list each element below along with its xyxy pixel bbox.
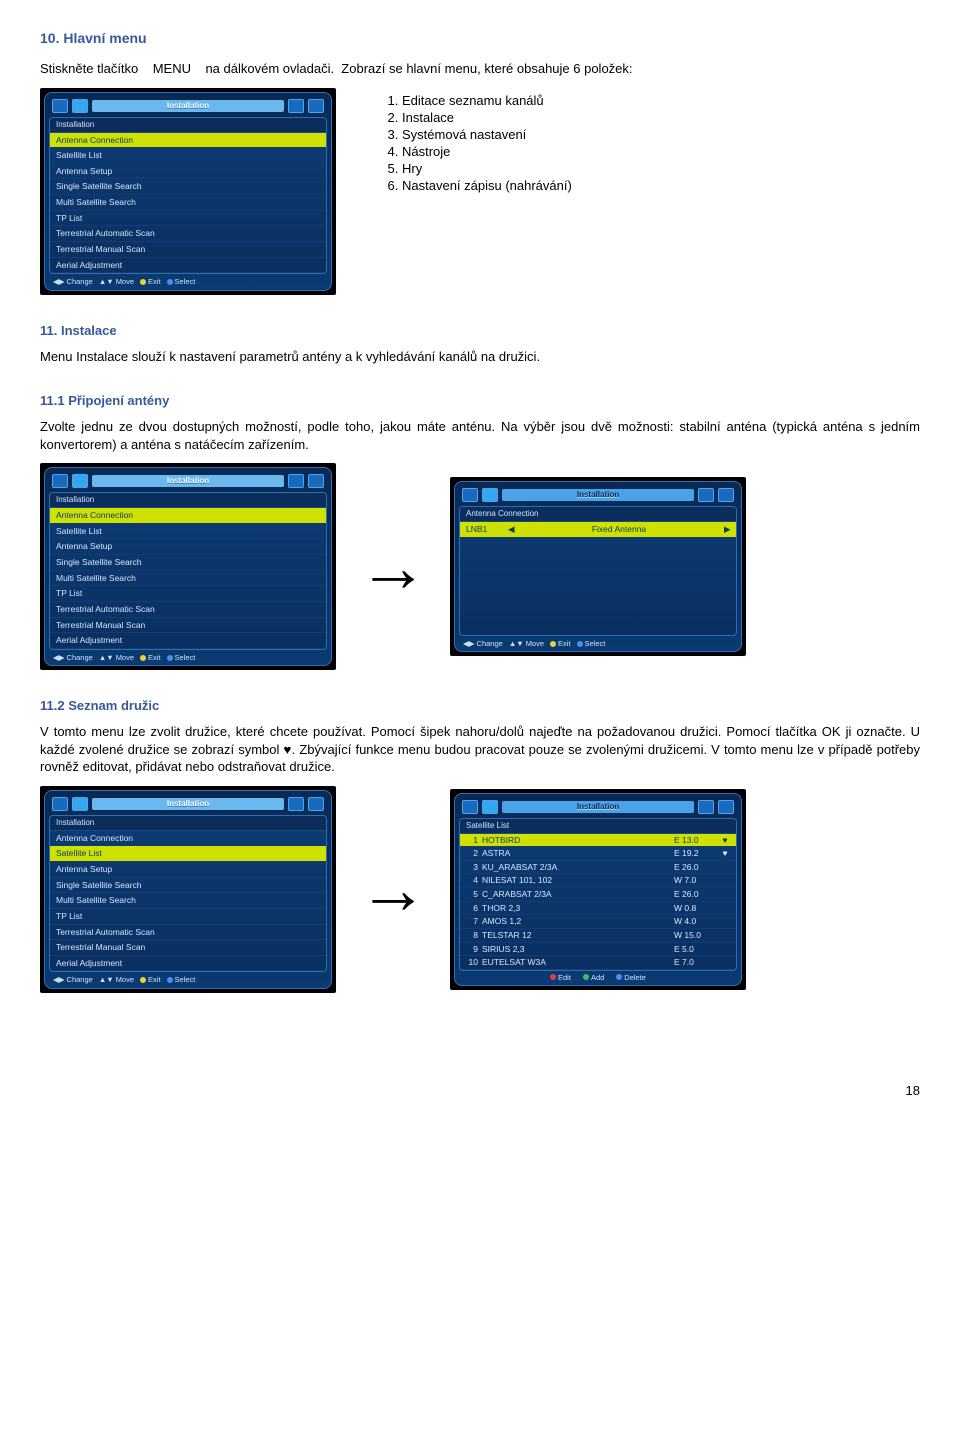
satellite-row[interactable]: 5C_ARABSAT 2/3AE 26.0 bbox=[460, 888, 736, 902]
satellite-row[interactable]: 7AMOS 1,2W 4.0 bbox=[460, 915, 736, 929]
menu-hints: ◀▶Change ▲▼Move Exit Select bbox=[49, 274, 327, 287]
intro-10: Stiskněte tlačítko MENU na dálkovém ovla… bbox=[40, 60, 920, 78]
heading-11: 11. Instalace bbox=[40, 323, 920, 338]
satellite-row[interactable]: 1HOTBIRDE 13.0♥ bbox=[460, 834, 736, 848]
screenshot-main-menu: Installation Installation Antenna Connec… bbox=[40, 88, 336, 295]
menu-item[interactable]: Antenna Setup bbox=[50, 539, 326, 555]
menu-item[interactable]: TP List bbox=[50, 586, 326, 602]
screenshot-satellite-list: Installation Satellite List 1HOTBIRDE 13… bbox=[450, 789, 746, 991]
body-11-1: Zvolte jednu ze dvou dostupných možností… bbox=[40, 418, 920, 453]
body-11: Menu Instalace slouží k nastavení parame… bbox=[40, 348, 920, 366]
arrow-icon: → bbox=[354, 854, 432, 924]
menu-item[interactable]: Antenna Connection bbox=[50, 508, 326, 524]
page-number: 18 bbox=[40, 1083, 920, 1098]
menu-item[interactable]: Satellite List bbox=[50, 846, 326, 862]
menu-item[interactable]: Terrestrial Automatic Scan bbox=[50, 226, 326, 242]
menu-item[interactable]: Terrestrial Automatic Scan bbox=[50, 925, 326, 941]
satellite-row[interactable]: 10EUTELSAT W3AE 7.0 bbox=[460, 956, 736, 970]
heading-11-1: 11.1 Připojení antény bbox=[40, 393, 920, 408]
satellite-row[interactable]: 3KU_ARABSAT 2/3AE 26.0 bbox=[460, 861, 736, 875]
menu-item[interactable]: Single Satellite Search bbox=[50, 878, 326, 894]
satellite-row[interactable]: 4NILESAT 101, 102W 7.0 bbox=[460, 874, 736, 888]
menu-item[interactable]: Multi Satellite Search bbox=[50, 195, 326, 211]
menu-item[interactable]: Satellite List bbox=[50, 148, 326, 164]
satellite-row[interactable]: 2ASTRAE 19.2♥ bbox=[460, 847, 736, 861]
menu-item[interactable]: Terrestrial Manual Scan bbox=[50, 618, 326, 634]
satellite-row[interactable]: 6THOR 2,3W 0.8 bbox=[460, 902, 736, 916]
menu-top-title: Installation bbox=[92, 100, 284, 112]
satellite-row[interactable]: 9SIRIUS 2,3E 5.0 bbox=[460, 943, 736, 957]
menu-item[interactable]: Multi Satellite Search bbox=[50, 571, 326, 587]
screenshot-antenna-connection: Installation Antenna Connection LNB1 ◀ F… bbox=[450, 477, 746, 656]
arrow-icon: → bbox=[354, 532, 432, 602]
menu-item[interactable]: Antenna Setup bbox=[50, 164, 326, 180]
menu-item[interactable]: Aerial Adjustment bbox=[50, 633, 326, 649]
menu-item[interactable]: Aerial Adjustment bbox=[50, 956, 326, 972]
menu-item[interactable]: Terrestrial Manual Scan bbox=[50, 242, 326, 258]
screenshot-install-left2: Installation Installation Antenna Connec… bbox=[40, 786, 336, 993]
menu-item[interactable]: Terrestrial Manual Scan bbox=[50, 940, 326, 956]
menu-item[interactable]: Satellite List bbox=[50, 524, 326, 540]
screenshot-install-left: Installation Installation Antenna Connec… bbox=[40, 463, 336, 670]
menu-item[interactable]: Single Satellite Search bbox=[50, 179, 326, 195]
menu-item[interactable]: TP List bbox=[50, 909, 326, 925]
menu-item[interactable]: Multi Satellite Search bbox=[50, 893, 326, 909]
menu-item[interactable]: Antenna Connection bbox=[50, 133, 326, 149]
menu-item[interactable]: TP List bbox=[50, 211, 326, 227]
antenna-row[interactable]: LNB1 ◀ Fixed Antenna ▶ bbox=[460, 522, 736, 538]
main-menu-list: Editace seznamu kanálů Instalace Systémo… bbox=[384, 92, 920, 194]
menu-item[interactable]: Antenna Setup bbox=[50, 862, 326, 878]
menu-item[interactable]: Aerial Adjustment bbox=[50, 258, 326, 274]
menu-item[interactable]: Single Satellite Search bbox=[50, 555, 326, 571]
menu-item[interactable]: Antenna Connection bbox=[50, 831, 326, 847]
menu-header: Installation bbox=[50, 118, 326, 133]
satellite-row[interactable]: 8TELSTAR 12W 15.0 bbox=[460, 929, 736, 943]
menu-item[interactable]: Terrestrial Automatic Scan bbox=[50, 602, 326, 618]
heading-10: 10. Hlavní menu bbox=[40, 30, 920, 46]
body-11-2: V tomto menu lze zvolit družice, které c… bbox=[40, 723, 920, 776]
heading-11-2: 11.2 Seznam družic bbox=[40, 698, 920, 713]
